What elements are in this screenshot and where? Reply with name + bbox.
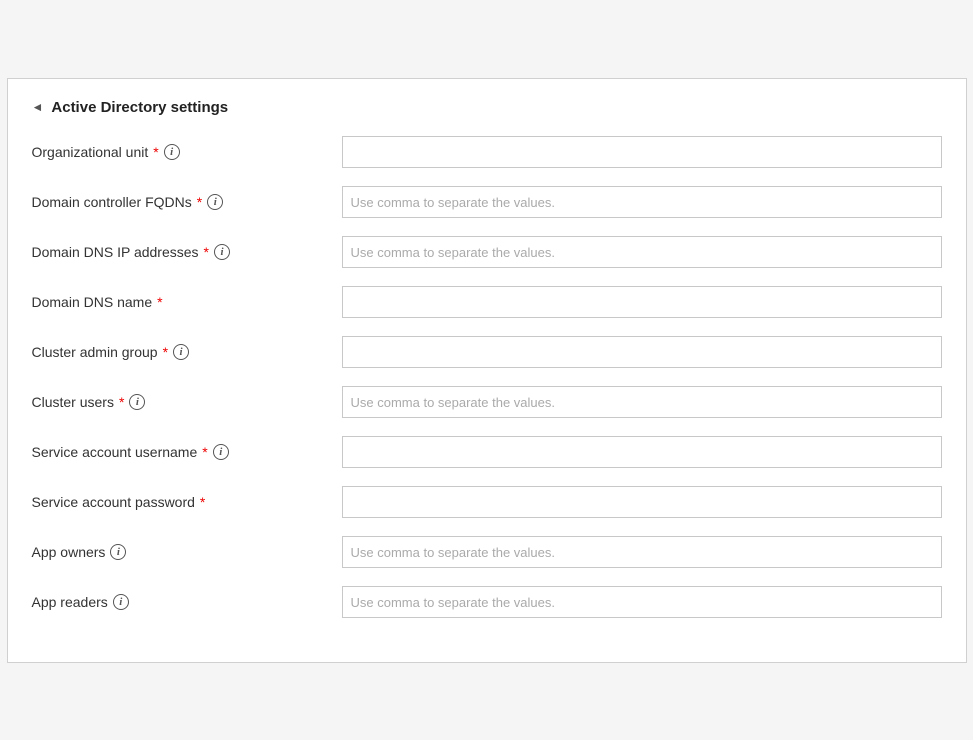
label-col-organizational-unit: Organizational unit * i — [32, 144, 342, 160]
label-col-domain-dns-name: Domain DNS name * — [32, 294, 342, 310]
label-col-domain-controller-fqdns: Domain controller FQDNs * i — [32, 194, 342, 210]
label-text-cluster-admin-group: Cluster admin group — [32, 344, 158, 360]
input-col-service-account-username — [342, 436, 942, 468]
input-col-cluster-admin-group — [342, 336, 942, 368]
input-cluster-users[interactable] — [342, 386, 942, 418]
input-col-organizational-unit — [342, 136, 942, 168]
label-text-app-readers: App readers — [32, 594, 108, 610]
section-title: Active Directory settings — [51, 99, 228, 116]
active-directory-settings-card: ◄ Active Directory settings Organization… — [7, 78, 967, 663]
label-text-domain-dns-ip-addresses: Domain DNS IP addresses — [32, 244, 199, 260]
label-col-service-account-username: Service account username * i — [32, 444, 342, 460]
info-icon-service-account-username[interactable]: i — [213, 444, 229, 460]
label-text-service-account-password: Service account password — [32, 494, 195, 510]
input-domain-dns-ip-addresses[interactable] — [342, 236, 942, 268]
label-text-cluster-users: Cluster users — [32, 394, 114, 410]
required-star-domain-dns-name: * — [157, 294, 162, 310]
info-icon-cluster-users[interactable]: i — [129, 394, 145, 410]
label-col-cluster-users: Cluster users * i — [32, 394, 342, 410]
input-domain-controller-fqdns[interactable] — [342, 186, 942, 218]
input-col-service-account-password — [342, 486, 942, 518]
info-icon-domain-dns-ip-addresses[interactable]: i — [214, 244, 230, 260]
label-text-domain-controller-fqdns: Domain controller FQDNs — [32, 194, 192, 210]
input-domain-dns-name[interactable] — [342, 286, 942, 318]
form-row-cluster-admin-group: Cluster admin group * i — [32, 334, 942, 370]
info-icon-organizational-unit[interactable]: i — [164, 144, 180, 160]
form-row-domain-controller-fqdns: Domain controller FQDNs * i — [32, 184, 942, 220]
input-col-domain-dns-name — [342, 286, 942, 318]
form-row-service-account-username: Service account username * i — [32, 434, 942, 470]
input-col-app-readers — [342, 586, 942, 618]
form-row-organizational-unit: Organizational unit * i — [32, 134, 942, 170]
form-row-domain-dns-ip-addresses: Domain DNS IP addresses * i — [32, 234, 942, 270]
input-app-readers[interactable] — [342, 586, 942, 618]
info-icon-app-owners[interactable]: i — [110, 544, 126, 560]
form-row-service-account-password: Service account password * — [32, 484, 942, 520]
collapse-arrow-icon[interactable]: ◄ — [32, 100, 44, 114]
required-star-cluster-admin-group: * — [163, 344, 168, 360]
label-text-domain-dns-name: Domain DNS name — [32, 294, 153, 310]
form-row-app-readers: App readers i — [32, 584, 942, 620]
input-organizational-unit[interactable] — [342, 136, 942, 168]
input-col-domain-controller-fqdns — [342, 186, 942, 218]
required-star-cluster-users: * — [119, 394, 124, 410]
input-app-owners[interactable] — [342, 536, 942, 568]
input-service-account-password[interactable] — [342, 486, 942, 518]
label-col-app-owners: App ownersi — [32, 544, 342, 560]
label-text-app-owners: App owners — [32, 544, 106, 560]
label-col-cluster-admin-group: Cluster admin group * i — [32, 344, 342, 360]
form-row-domain-dns-name: Domain DNS name * — [32, 284, 942, 320]
input-cluster-admin-group[interactable] — [342, 336, 942, 368]
info-icon-domain-controller-fqdns[interactable]: i — [207, 194, 223, 210]
input-col-app-owners — [342, 536, 942, 568]
input-service-account-username[interactable] — [342, 436, 942, 468]
form-row-app-owners: App ownersi — [32, 534, 942, 570]
label-col-service-account-password: Service account password * — [32, 494, 342, 510]
label-text-organizational-unit: Organizational unit — [32, 144, 149, 160]
required-star-domain-dns-ip-addresses: * — [204, 244, 209, 260]
info-icon-cluster-admin-group[interactable]: i — [173, 344, 189, 360]
input-col-cluster-users — [342, 386, 942, 418]
label-col-app-readers: App readers i — [32, 594, 342, 610]
section-header: ◄ Active Directory settings — [32, 99, 942, 116]
label-col-domain-dns-ip-addresses: Domain DNS IP addresses * i — [32, 244, 342, 260]
form-container: Organizational unit *iDomain controller … — [32, 134, 942, 620]
info-icon-app-readers[interactable]: i — [113, 594, 129, 610]
required-star-domain-controller-fqdns: * — [197, 194, 202, 210]
required-star-service-account-username: * — [202, 444, 207, 460]
required-star-organizational-unit: * — [153, 144, 158, 160]
form-row-cluster-users: Cluster users * i — [32, 384, 942, 420]
label-text-service-account-username: Service account username — [32, 444, 198, 460]
required-star-service-account-password: * — [200, 494, 205, 510]
input-col-domain-dns-ip-addresses — [342, 236, 942, 268]
